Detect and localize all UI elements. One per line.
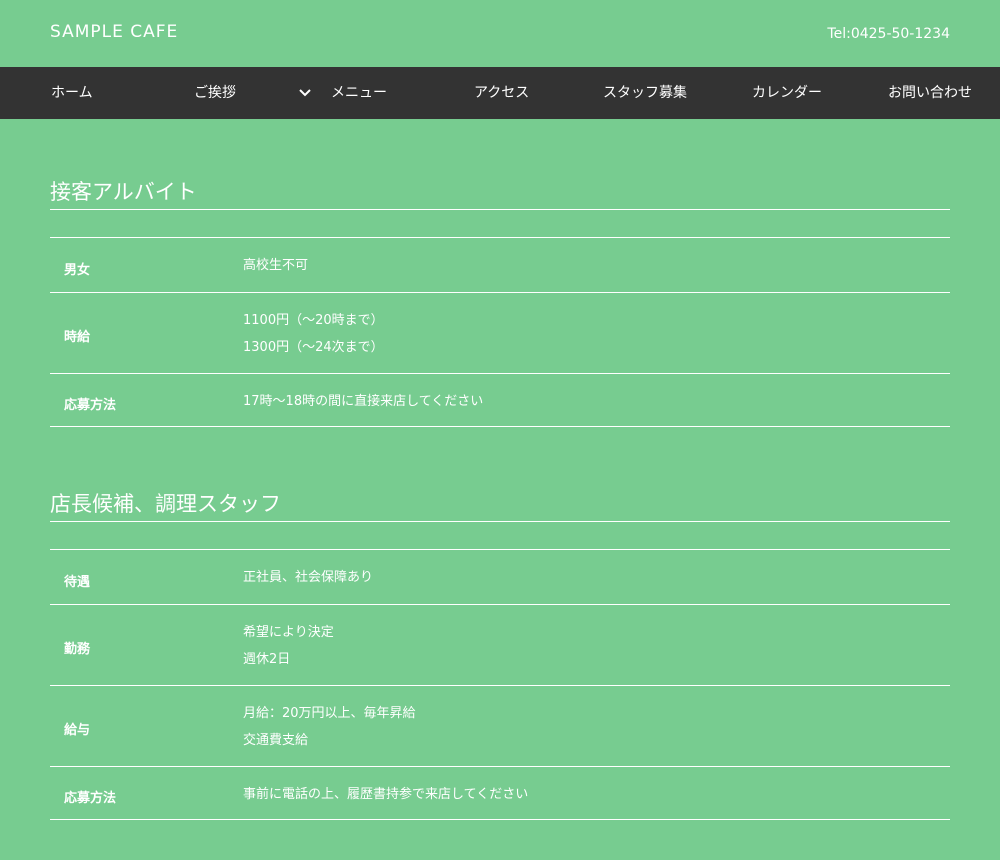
nav-item-contact[interactable]: お問い合わせ <box>888 67 972 119</box>
row-value-line: 月給：20万円以上、毎年昇給 <box>243 706 416 721</box>
row-value-line: 交通費支給 <box>243 733 309 748</box>
row-value-line: 高校生不可 <box>243 258 309 273</box>
main-nav: ホーム ご挨拶 メニュー アクセス スタッフ募集 カレンダー お問い合わせ <box>0 67 1000 119</box>
row-value: 17時～18時の間に直接来店してください <box>243 388 483 415</box>
nav-item-menu[interactable]: メニュー <box>331 67 387 119</box>
nav-item-access[interactable]: アクセス <box>474 67 529 119</box>
row-value-line: 事前に電話の上、履歴書持参で来店してください <box>243 787 529 802</box>
row-value-line: 1300円（～24次まで） <box>243 340 384 355</box>
row-label: 時給 <box>64 330 91 345</box>
title-divider <box>50 209 950 210</box>
row-label: 応募方法 <box>64 398 117 413</box>
row-value-line: 1100円（～20時まで） <box>243 313 384 328</box>
row-label: 給与 <box>64 723 91 738</box>
row-value: 1100円（～20時まで） 1300円（～24次まで） <box>243 307 384 361</box>
nav-item-recruit[interactable]: スタッフ募集 <box>603 67 687 119</box>
table-row: 応募方法 事前に電話の上、履歴書持参で来店してください <box>50 766 950 820</box>
table-row: 勤務 希望により決定 週休2日 <box>50 604 950 685</box>
site-logo[interactable]: SAMPLE CAFE <box>50 22 178 42</box>
row-value-line: 週休2日 <box>243 652 291 667</box>
table-row: 待遇 正社員、社会保障あり <box>50 549 950 604</box>
section-title-manager-cook: 店長候補、調理スタッフ <box>50 492 281 516</box>
row-value: 事前に電話の上、履歴書持参で来店してください <box>243 781 528 808</box>
row-value: 高校生不可 <box>243 252 308 279</box>
table-row: 給与 月給：20万円以上、毎年昇給 交通費支給 <box>50 685 950 766</box>
table-row: 男女 高校生不可 <box>50 237 950 292</box>
chevron-down-icon[interactable] <box>298 87 312 99</box>
section-title-part-time: 接客アルバイト <box>50 180 197 204</box>
title-divider <box>50 521 950 522</box>
nav-item-calendar[interactable]: カレンダー <box>752 67 822 119</box>
nav-item-greeting[interactable]: ご挨拶 <box>194 67 236 119</box>
row-label: 男女 <box>64 263 91 278</box>
nav-item-home[interactable]: ホーム <box>51 67 93 119</box>
row-label: 待遇 <box>64 575 91 590</box>
row-label: 応募方法 <box>64 791 117 806</box>
row-value-line: 正社員、社会保障あり <box>243 570 374 585</box>
row-label: 勤務 <box>64 642 91 657</box>
phone-number: Tel:0425-50-1234 <box>827 26 950 42</box>
site-header: SAMPLE CAFE Tel:0425-50-1234 <box>0 0 1000 67</box>
row-value: 正社員、社会保障あり <box>243 564 373 591</box>
table-row: 応募方法 17時～18時の間に直接来店してください <box>50 373 950 427</box>
row-value-line: 希望により決定 <box>243 625 334 640</box>
row-value-line: 17時～18時の間に直接来店してください <box>243 394 484 409</box>
row-value: 月給：20万円以上、毎年昇給 交通費支給 <box>243 700 416 754</box>
row-value: 希望により決定 週休2日 <box>243 619 334 673</box>
table-row: 時給 1100円（～20時まで） 1300円（～24次まで） <box>50 292 950 373</box>
